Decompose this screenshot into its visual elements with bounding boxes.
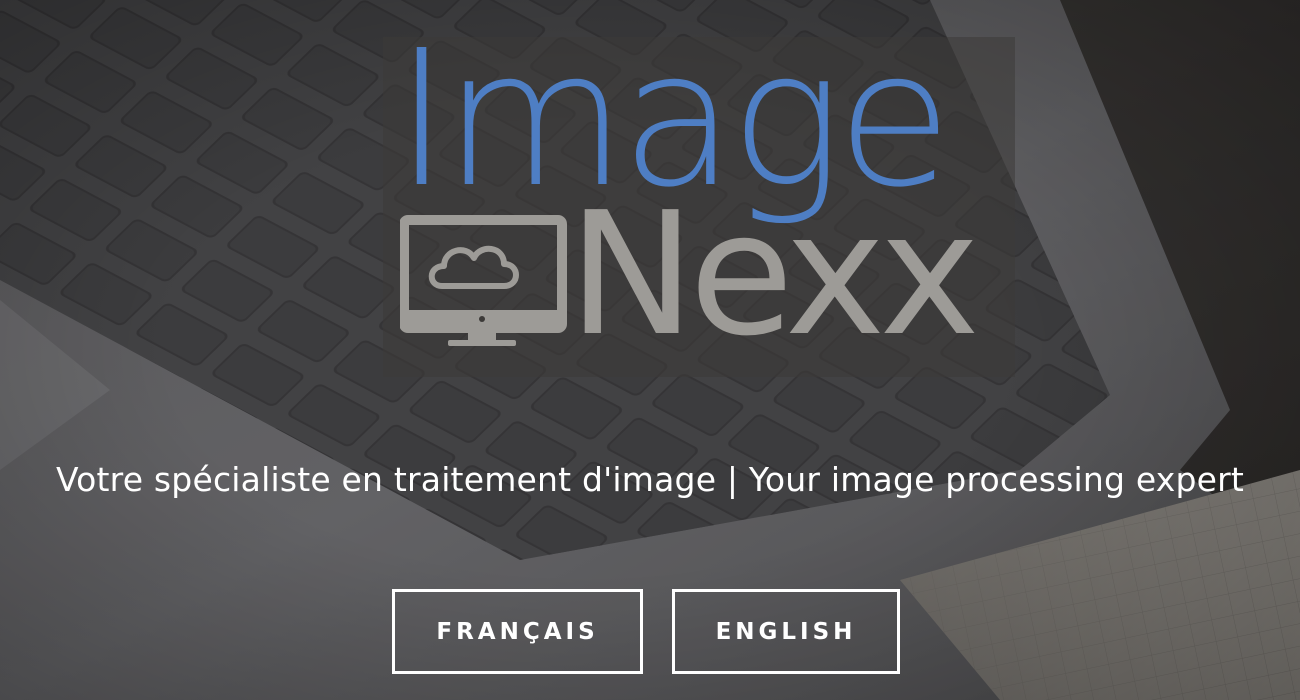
monitor-cloud-icon	[400, 215, 567, 346]
english-language-button[interactable]: ENGLISH	[672, 589, 900, 674]
logo-word-nexx: Nexx	[568, 176, 980, 374]
tagline: Votre spécialiste en traitement d'image …	[55, 460, 1245, 499]
hero-section: Image Nexx Votre spécialiste en traiteme…	[0, 0, 1300, 700]
english-button-label: ENGLISH	[715, 618, 857, 645]
french-button-label: FRANÇAIS	[436, 618, 599, 645]
french-language-button[interactable]: FRANÇAIS	[392, 589, 643, 674]
